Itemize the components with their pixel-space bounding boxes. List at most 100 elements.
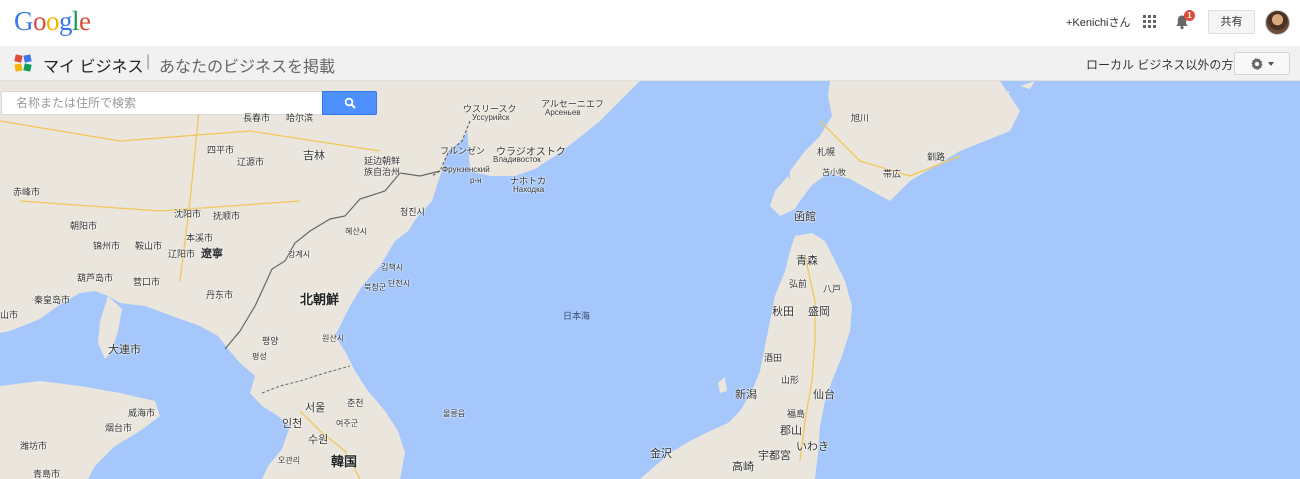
map-label: 高崎 bbox=[732, 461, 754, 473]
logo-letter: G bbox=[14, 6, 34, 36]
logo-letter: o bbox=[33, 6, 47, 36]
map-label: いわき bbox=[796, 441, 829, 453]
map-label: 新潟 bbox=[735, 389, 757, 401]
map-label: 釧路 bbox=[927, 152, 946, 162]
map-label: 金沢 bbox=[650, 448, 672, 460]
map-label: 鞍山市 bbox=[135, 241, 163, 251]
map-label: 인천 bbox=[282, 418, 303, 430]
map-label: 盛岡 bbox=[808, 306, 830, 318]
map-label: 福島 bbox=[787, 409, 806, 419]
map-label: 郡山 bbox=[780, 425, 802, 437]
logo-letter: l bbox=[72, 6, 80, 36]
map-label: 四平市 bbox=[207, 145, 235, 155]
chevron-down-icon bbox=[1268, 62, 1274, 66]
search-icon bbox=[344, 97, 356, 109]
map-label: 函館 bbox=[794, 211, 816, 223]
map-label: 山市 bbox=[0, 310, 19, 320]
map-label: 청진시 bbox=[400, 207, 425, 217]
avatar[interactable] bbox=[1265, 10, 1290, 35]
logo-letter: e bbox=[79, 6, 91, 36]
map-label: 여주군 bbox=[336, 419, 359, 428]
title-separator: | bbox=[146, 53, 151, 70]
map-label: 北朝鮮 bbox=[300, 292, 340, 307]
map-label: 威海市 bbox=[128, 408, 156, 418]
map-label: р-н bbox=[470, 176, 482, 185]
map-label: Арсеньев bbox=[545, 108, 581, 117]
logo-letter: g bbox=[59, 6, 73, 36]
settings-button[interactable] bbox=[1234, 52, 1290, 75]
map-label: 단천시 bbox=[388, 279, 411, 288]
page-title[interactable]: マイ ビジネス bbox=[43, 53, 143, 77]
gear-icon bbox=[1251, 57, 1263, 71]
map-label: Фрунзенский bbox=[442, 165, 490, 174]
map-base-layer bbox=[0, 81, 1035, 479]
search-input[interactable] bbox=[1, 91, 323, 115]
map-label: 锦州市 bbox=[93, 241, 121, 251]
map-label: 札幌 bbox=[817, 147, 836, 157]
map-label: 葫芦岛市 bbox=[77, 273, 114, 283]
map-label: 沈阳市 bbox=[174, 209, 202, 219]
google-logo[interactable]: Google bbox=[14, 6, 91, 37]
plus-user-link[interactable]: +Kenichiさん bbox=[1066, 14, 1131, 30]
map-label: 酒田 bbox=[764, 353, 783, 363]
map-label: 旭川 bbox=[851, 113, 870, 123]
map-label: 혜산시 bbox=[345, 227, 368, 236]
map-label: 营口市 bbox=[133, 277, 161, 287]
map-label: 本溪市 bbox=[186, 233, 214, 243]
map-label: 大連市 bbox=[108, 344, 141, 356]
google-top-bar: Google +Kenichiさん 1 共有 bbox=[0, 0, 1300, 46]
map-label: 오관리 bbox=[278, 456, 301, 465]
map-label: 苫小牧 bbox=[822, 168, 846, 177]
map-label: 青島市 bbox=[33, 469, 61, 479]
map-label: 서울 bbox=[305, 402, 326, 414]
map-label: 弘前 bbox=[789, 279, 808, 289]
not-local-business-link[interactable]: ローカル ビジネス以外の方 bbox=[1086, 56, 1233, 73]
map-label: 辽源市 bbox=[237, 157, 265, 167]
map-label: 長春市 bbox=[243, 113, 271, 123]
apps-grid-icon[interactable] bbox=[1143, 15, 1156, 28]
map-label: 潍坊市 bbox=[20, 441, 48, 451]
map-label: Находка bbox=[513, 185, 545, 194]
map-label: 북청군 bbox=[364, 283, 387, 292]
logo-letter: o bbox=[46, 6, 60, 36]
map-label: Владивосток bbox=[493, 155, 541, 164]
my-business-logo-icon bbox=[14, 54, 32, 72]
map-label: 赤峰市 bbox=[13, 187, 41, 197]
map-label: 仙台 bbox=[813, 389, 835, 401]
map-label: 丹东市 bbox=[206, 290, 234, 300]
map-label: 延边朝鲜族自治州 bbox=[364, 156, 401, 177]
map-label: 울릉읍 bbox=[443, 409, 466, 418]
map-label: 山形 bbox=[781, 375, 800, 385]
map-label: 遼寧 bbox=[201, 248, 223, 260]
map-label: 강계시 bbox=[288, 250, 311, 259]
map-label: 青森 bbox=[796, 255, 818, 267]
map-label: 김책시 bbox=[381, 263, 404, 272]
map-label: 帯広 bbox=[883, 169, 902, 179]
search-button[interactable] bbox=[322, 91, 377, 115]
map-label: 吉林 bbox=[303, 150, 325, 162]
map-label: 朝阳市 bbox=[70, 221, 98, 231]
map-label: 辽阳市 bbox=[168, 249, 196, 259]
map-label: 평성 bbox=[252, 352, 267, 361]
map-label: 八戸 bbox=[823, 284, 842, 294]
map-label: 원산시 bbox=[322, 334, 345, 343]
share-button[interactable]: 共有 bbox=[1208, 10, 1255, 34]
map-label: 춘천 bbox=[347, 398, 364, 408]
map-label: 哈尔滨 bbox=[286, 113, 314, 123]
search-bar bbox=[0, 91, 377, 115]
map-label: 秋田 bbox=[772, 306, 794, 318]
notification-count-badge: 1 bbox=[1184, 10, 1195, 21]
map-label: フルンゼン bbox=[440, 146, 485, 156]
map-label: 宇都宮 bbox=[758, 450, 791, 462]
page-subtitle: あなたのビジネスを掲載 bbox=[159, 59, 336, 76]
map-label: 韓国 bbox=[331, 454, 358, 469]
map-label: 평양 bbox=[262, 336, 279, 346]
map-label: Уссурийск bbox=[472, 113, 510, 122]
map-canvas[interactable]: ウスリースク Уссурийск アルセーニエフ Арсеньев フルンゼン … bbox=[0, 81, 1300, 479]
map-label: 秦皇岛市 bbox=[34, 295, 71, 305]
map-label: 수원 bbox=[308, 434, 329, 446]
map-label: 烟台市 bbox=[105, 423, 133, 433]
map-label-sea: 日本海 bbox=[563, 311, 591, 321]
my-business-header: マイ ビジネス | あなたのビジネスを掲載 ローカル ビジネス以外の方 bbox=[0, 46, 1300, 81]
map-label: 抚顺市 bbox=[213, 211, 241, 221]
